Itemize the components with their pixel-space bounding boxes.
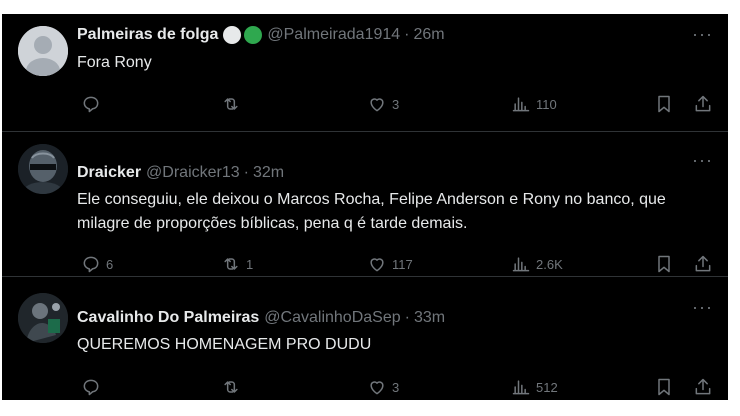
tweet-item[interactable]: Draicker @Draicker13 · 32m ··· Ele conse… [2,132,728,276]
author-name[interactable]: Draicker [77,162,141,184]
separator-dot: · [404,309,410,326]
green-circle-icon [244,26,263,44]
avatar[interactable] [18,26,68,76]
share-icon [695,378,711,395]
share-button[interactable] [693,92,713,116]
retweet-icon [224,381,238,393]
bookmark-button[interactable] [654,252,674,276]
retweet-button[interactable] [221,92,246,116]
bookmark-icon [658,378,670,396]
tweet-header: Draicker @Draicker13 · 32m [77,162,284,184]
separator-dot: · [404,26,410,43]
retweet-count: 1 [246,256,254,272]
timestamp[interactable]: 32m [253,162,284,184]
views-count: 2.6K [536,256,563,272]
reply-button[interactable] [81,375,106,399]
reply-icon [83,256,99,273]
share-icon [695,95,711,112]
views-count: 110 [536,96,557,112]
like-count: 3 [392,379,400,395]
separator-dot: · [243,164,249,181]
tweet-header: Palmeiras de folga @Palmeirada1914 · 26m [77,24,445,46]
reply-count: 6 [106,256,114,272]
avatar-image [18,293,68,343]
views-button[interactable]: 2.6K [511,252,563,276]
more-options-icon[interactable]: ··· [692,297,713,318]
share-icon [695,255,711,272]
share-button[interactable] [693,252,713,276]
bookmark-icon [658,95,670,113]
author-name[interactable]: Palmeiras de folga [77,24,218,46]
tweet-text: Fora Rony [77,54,152,71]
reply-button[interactable] [81,92,106,116]
more-options-icon[interactable]: ··· [692,24,713,45]
timestamp[interactable]: 33m [414,307,445,329]
heart-icon [370,381,384,395]
default-avatar-icon [18,26,68,76]
timestamp[interactable]: 26m [413,24,444,46]
author-handle[interactable]: @Draicker13 [146,162,240,184]
author-handle[interactable]: @CavalinhoDaSep [264,307,400,329]
reply-icon [83,96,99,113]
author-name[interactable]: Cavalinho Do Palmeiras [77,307,259,329]
like-count: 3 [392,96,400,112]
views-chart-icon [512,97,530,112]
tweet-actions: 3 512 [77,375,722,399]
retweet-icon [224,98,238,110]
white-circle-icon [223,26,242,44]
avatar-image [18,144,68,194]
author-handle[interactable]: @Palmeirada1914 [267,24,400,46]
like-count: 117 [392,256,413,272]
tweet-actions: 3 110 [77,92,722,116]
like-button[interactable]: 3 [367,375,399,399]
avatar[interactable] [18,144,68,194]
views-button[interactable]: 512 [511,375,558,399]
share-button[interactable] [693,375,713,399]
tweet-text: Ele conseguiu, ele deixou o Marcos Rocha… [77,191,666,232]
views-chart-icon [512,380,530,395]
tweet-item[interactable]: Palmeiras de folga @Palmeirada1914 · 26m… [2,14,728,131]
like-button[interactable]: 117 [367,252,413,276]
views-chart-icon [512,257,530,272]
reply-icon [83,379,99,396]
retweet-button[interactable] [221,375,246,399]
retweet-button[interactable]: 1 [221,252,253,276]
heart-icon [370,98,384,112]
tweet-item[interactable]: Cavalinho Do Palmeiras @CavalinhoDaSep ·… [2,277,728,400]
tweet-header: Cavalinho Do Palmeiras @CavalinhoDaSep ·… [77,307,445,329]
heart-icon [370,258,384,272]
views-button[interactable]: 110 [511,92,557,116]
bookmark-button[interactable] [654,375,674,399]
views-count: 512 [536,379,558,395]
like-button[interactable]: 3 [367,92,399,116]
timeline-feed: Palmeiras de folga @Palmeirada1914 · 26m… [2,14,728,400]
tweet-text: QUEREMOS HOMENAGEM PRO DUDU [77,336,372,353]
bookmark-button[interactable] [654,92,674,116]
bookmark-icon [658,255,670,273]
reply-button[interactable]: 6 [81,252,113,276]
avatar[interactable] [18,293,68,343]
retweet-icon [224,258,238,270]
more-options-icon[interactable]: ··· [692,150,713,171]
tweet-actions: 6 1 117 2.6K [77,252,722,276]
